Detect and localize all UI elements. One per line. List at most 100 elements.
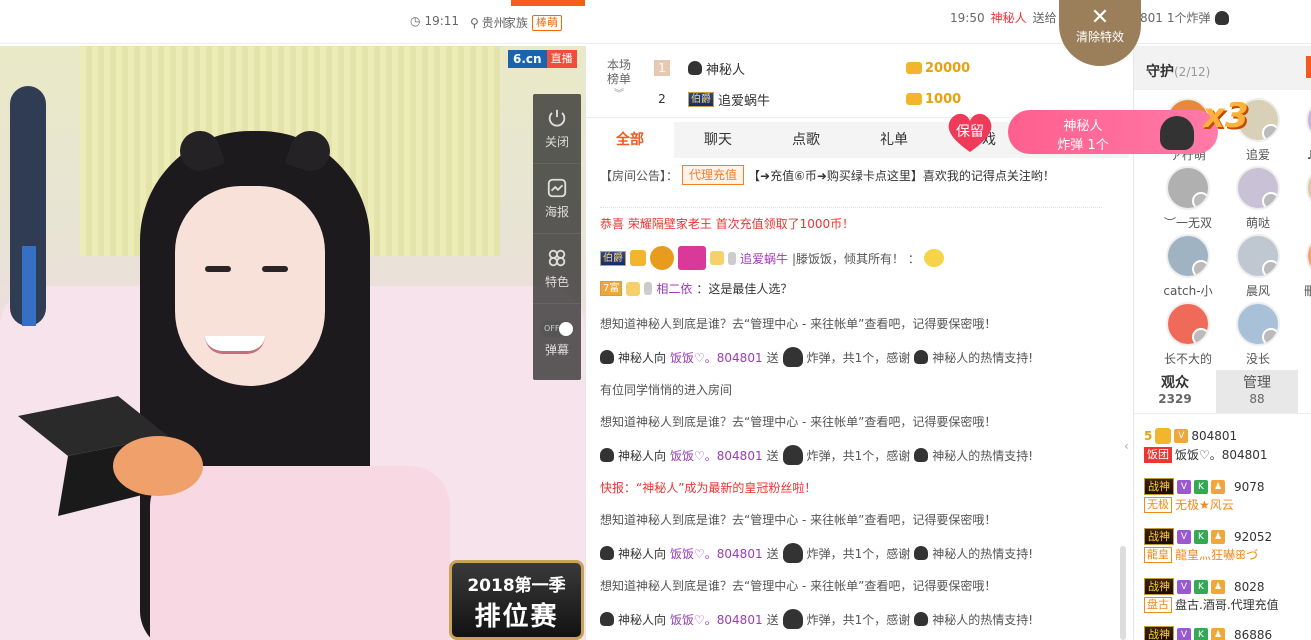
danmaku-toggle[interactable]: OFF 弹幕	[533, 304, 581, 374]
guard-item[interactable]: 没长	[1226, 302, 1290, 367]
stream-time: ◷ 19:11	[410, 14, 460, 28]
guard-item[interactable]: ♪★苛児	[1296, 98, 1311, 163]
feature-icon	[548, 249, 566, 267]
close-video-button[interactable]: 关闭	[533, 94, 581, 164]
microphone-cable	[22, 246, 36, 326]
audience-tabs: 观众 2329 管理 88	[1134, 370, 1311, 414]
tab-admins[interactable]: 管理 88	[1216, 370, 1298, 413]
guard-item[interactable]: 长不大的	[1156, 302, 1220, 367]
guard-shield-icon	[1262, 124, 1278, 140]
live-video[interactable]: 6.cn 直播 关闭 海报 特色 OFF 弹幕 2018第一季 排位赛	[0, 46, 585, 640]
top-bar: ◷ 19:11 ⚲ 贵州 家族 棒萌 19:50 神秘人 送给 801 1个炸弹…	[0, 0, 1311, 66]
guard-title: 守护(2/12)	[1146, 64, 1211, 80]
guard-item[interactable]: catch-小	[1156, 234, 1220, 299]
agent-recharge-link[interactable]: 代理充值	[682, 165, 745, 185]
chat-username[interactable]: 相二依	[656, 280, 692, 297]
guard-item[interactable]: 晨风	[1226, 234, 1290, 299]
coin-icon	[906, 62, 922, 74]
close-icon: ✕	[1090, 5, 1110, 30]
guard-shield-icon	[1192, 328, 1208, 344]
chevron-down-icon: ︾	[614, 89, 624, 100]
tab-gifts[interactable]: 礼单	[850, 122, 938, 158]
list-item[interactable]: 战神 V K ♟ 86886	[1144, 626, 1272, 640]
spy-avatar-icon	[600, 448, 614, 462]
guard-item[interactable]: 刪鍘記憶	[1296, 234, 1311, 299]
list-item: 神秘人向 饭饭♡。804801 送 炸弹，共1个，感谢 神秘人的热情支持!	[600, 543, 1102, 563]
baron-badge: 伯爵	[688, 91, 714, 107]
list-item[interactable]: 战神 V K ♟ 92052	[1144, 528, 1272, 545]
avatar	[1166, 166, 1210, 210]
spy-avatar-icon	[600, 350, 614, 364]
bomb-icon	[1160, 116, 1194, 150]
feature-button[interactable]: 特色	[533, 234, 581, 304]
ranking-event-badge[interactable]: 2018第一季 排位赛	[449, 560, 584, 640]
location-pin-icon: ⚲	[470, 15, 479, 30]
chat-scrollbar[interactable]	[1120, 546, 1126, 640]
gift-ticker: 19:50 神秘人 送给	[950, 10, 1057, 26]
wealth-badge: 7富	[600, 281, 623, 296]
avatar	[1306, 234, 1311, 278]
phone-icon	[644, 282, 653, 295]
follow-button-edge[interactable]	[511, 0, 585, 6]
list-item: 想知道神秘人到底是谁？去“管理中心 - 来往帐单”查看吧，记得要保密哦！	[600, 579, 997, 593]
spy-avatar-icon	[914, 448, 929, 462]
baron-badge: 伯爵	[600, 250, 626, 266]
bomb-icon	[782, 347, 803, 367]
chat-username[interactable]: 追爱蜗牛	[740, 250, 788, 267]
bomb-icon	[782, 543, 803, 563]
guard-item[interactable]: 小豆	[1296, 166, 1311, 231]
guard-name: 追爱	[1245, 148, 1270, 162]
open-guard-button[interactable]	[1306, 56, 1311, 78]
avatar	[1166, 234, 1210, 278]
guard-item[interactable]: 萌哒	[1226, 166, 1290, 231]
avatar	[1306, 98, 1311, 142]
guard-shield-icon	[1262, 260, 1278, 276]
ranking-row[interactable]: 2 伯爵 追爱蜗牛 1000	[654, 89, 961, 109]
streamer-eye-right	[262, 266, 288, 272]
poster-button[interactable]: 海报	[533, 164, 581, 234]
list-item: 神秘人向 饭饭♡。804801 送 炸弹，共1个，感谢 神秘人的热情支持!	[600, 347, 1102, 367]
list-item[interactable]: 战神 V K ♟ 8028	[1144, 578, 1265, 595]
guard-name: ︶一无双	[1163, 216, 1212, 230]
spy-avatar-icon	[600, 546, 614, 560]
site-logo: 6.cn 直播	[508, 50, 577, 68]
member-icon	[710, 251, 724, 265]
divider	[600, 188, 1102, 208]
keep-gift-button[interactable]: 保留	[945, 110, 995, 154]
spy-avatar-icon	[688, 61, 702, 75]
gift-notification-popup: 神秘人 炸弹 1个 x3	[1008, 96, 1249, 154]
location: ⚲ 贵州	[470, 15, 506, 31]
family-info[interactable]: 家族 棒萌	[504, 14, 563, 31]
list-item[interactable]: 饭团 饭饭♡。804801	[1144, 446, 1268, 463]
list-item[interactable]: 盘古 盘古.酒哥.代理充值	[1144, 596, 1279, 613]
collapse-panel-arrow[interactable]: ‹	[1124, 426, 1134, 466]
guard-name: catch-小	[1163, 284, 1213, 298]
list-item: 快报：“神秘人”成为最新的皇冠粉丝啦！	[600, 481, 817, 495]
avatar	[1236, 234, 1280, 278]
avatar	[1236, 166, 1280, 210]
gift-ticker-tail: 801 1个炸弹	[1140, 9, 1229, 26]
list-item: 想知道神秘人到底是谁？去“管理中心 - 来往帐单”查看吧，记得要保密哦！	[600, 513, 997, 527]
guard-item[interactable]: ︶一无双	[1156, 166, 1220, 231]
guard-name: 刪鍘記憶	[1303, 284, 1311, 298]
spy-avatar-icon	[600, 612, 614, 626]
spy-avatar-icon	[914, 546, 929, 560]
tab-audience[interactable]: 观众 2329	[1134, 370, 1216, 413]
list-item[interactable]: 龍皇 龍皇灬狂嚇ꕥづ	[1144, 546, 1258, 563]
streamer-smile	[205, 336, 265, 354]
ranking-title[interactable]: 本场榜单 ︾	[604, 58, 634, 102]
guard-name: 小豆	[1296, 214, 1311, 231]
list-item: 恭喜 荣耀隔壁家老王 首次充值领取了1000币！	[600, 217, 855, 231]
ranking-row[interactable]: 1 神秘人 20000	[654, 58, 970, 78]
guard-name: 晨风	[1245, 284, 1270, 298]
list-item[interactable]: 无极 无极★风云	[1144, 496, 1234, 513]
avatar	[1306, 166, 1311, 210]
list-item[interactable]: 5 V 804801	[1144, 428, 1237, 444]
tab-chat[interactable]: 聊天	[674, 122, 762, 158]
tab-all[interactable]: 全部	[586, 122, 674, 158]
danmaku-toggle-icon: OFF	[540, 320, 574, 337]
tab-songs[interactable]: 点歌	[762, 122, 850, 158]
bomb-icon	[782, 445, 803, 465]
list-item[interactable]: 战神 V K ♟ 9078	[1144, 478, 1265, 495]
bomb-icon	[1214, 10, 1229, 25]
